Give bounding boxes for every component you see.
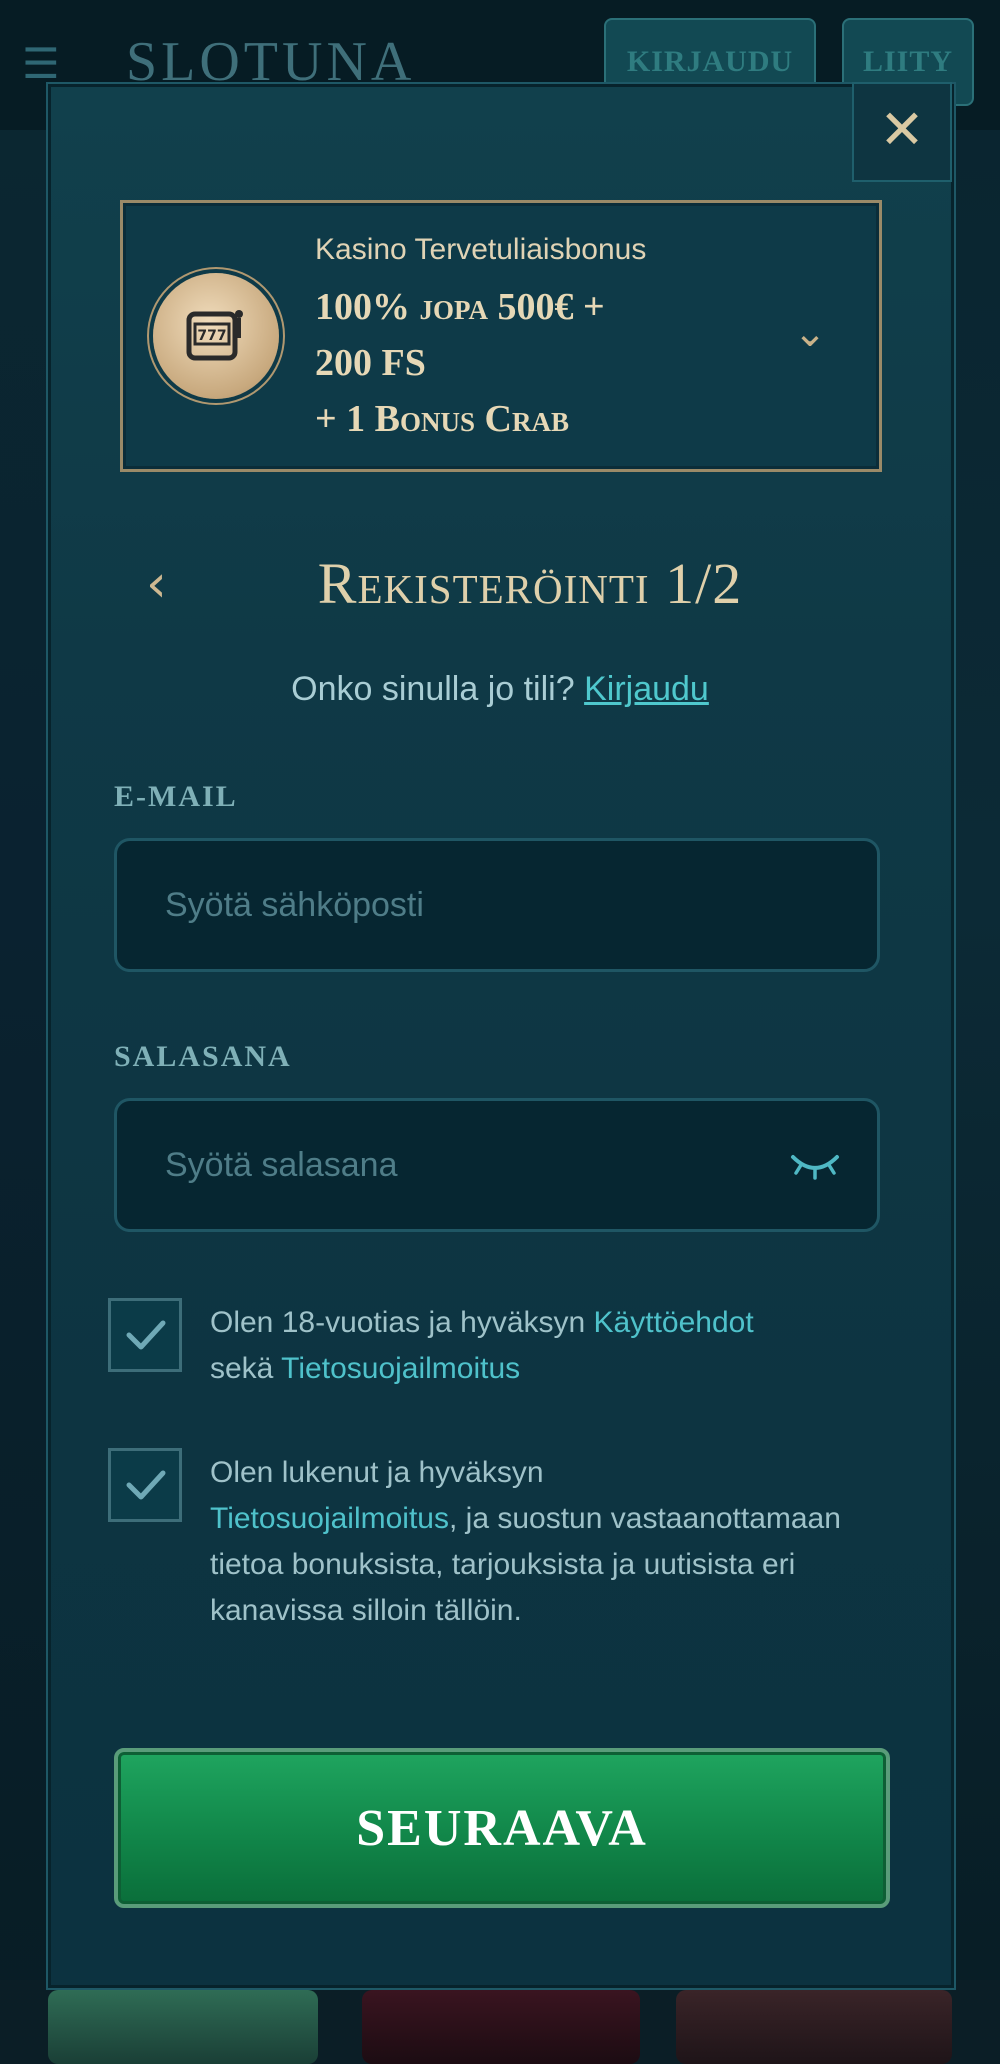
marketing-checkbox[interactable] xyxy=(108,1448,182,1522)
terms-text-part: sekä xyxy=(210,1352,274,1385)
bonus-offer-line: 200 FS xyxy=(315,342,426,384)
bonus-offer-line: 100% jopa 500€ + xyxy=(315,286,605,328)
close-icon: ✕ xyxy=(879,98,925,161)
marketing-consent-text: Olen lukenut ja hyväksyn Tietosuojailmoi… xyxy=(210,1450,890,1634)
email-field[interactable]: Syötä sähköposti xyxy=(114,838,880,972)
game-thumbnail[interactable] xyxy=(362,1990,640,2064)
terms-text: Olen 18-vuotias ja hyväksyn Käyttöehdot … xyxy=(210,1300,890,1392)
back-arrow-icon[interactable]: ‹ xyxy=(146,556,186,612)
bonus-title: Kasino Tervetuliaisbonus xyxy=(315,233,647,266)
checkmark-icon xyxy=(126,1320,166,1350)
bonus-selector[interactable]: 777 Kasino Tervetuliaisbonus 100% jopa 5… xyxy=(120,200,882,472)
terms-of-use-link[interactable]: Käyttöehdot xyxy=(594,1306,754,1339)
login-prompt: Onko sinulla jo tili? Kirjaudu xyxy=(0,670,1000,709)
terms-text-part: Olen 18-vuotias ja hyväksyn xyxy=(210,1306,586,1339)
svg-text:777: 777 xyxy=(197,328,226,344)
privacy-notice-link[interactable]: Tietosuojailmoitus xyxy=(281,1352,520,1385)
login-prompt-text: Onko sinulla jo tili? xyxy=(291,670,575,708)
email-placeholder: Syötä sähköposti xyxy=(165,886,424,924)
menu-icon[interactable]: ☰ xyxy=(22,43,80,85)
email-label: E-MAIL xyxy=(114,780,238,813)
marketing-text-part: Olen lukenut ja hyväksyn xyxy=(210,1456,544,1489)
close-button[interactable]: ✕ xyxy=(852,82,952,182)
login-link[interactable]: Kirjaudu xyxy=(584,670,709,708)
terms-checkbox[interactable] xyxy=(108,1298,182,1372)
password-label: SALASANA xyxy=(114,1040,292,1073)
background-art-left xyxy=(0,130,48,2030)
privacy-notice-link[interactable]: Tietosuojailmoitus xyxy=(210,1502,449,1535)
game-thumbnail[interactable] xyxy=(48,1990,318,2064)
game-thumbnail[interactable] xyxy=(676,1990,952,2064)
chevron-down-icon[interactable]: ⌄ xyxy=(785,313,835,353)
password-field[interactable]: Syötä salasana xyxy=(114,1098,880,1232)
password-placeholder: Syötä salasana xyxy=(165,1146,398,1184)
eye-closed-icon[interactable] xyxy=(787,1145,843,1185)
checkmark-icon xyxy=(126,1470,166,1500)
next-button[interactable]: SEURAAVA xyxy=(114,1748,890,1908)
background-art-right xyxy=(952,130,1000,2030)
page-title: Rekisteröinti 1/2 xyxy=(317,551,743,616)
bonus-offer-line: + 1 Bonus Crab xyxy=(315,398,569,440)
slot-machine-icon: 777 xyxy=(153,273,279,399)
bonus-offer: 100% jopa 500€ + 200 FS + 1 Bonus Crab xyxy=(315,279,715,447)
